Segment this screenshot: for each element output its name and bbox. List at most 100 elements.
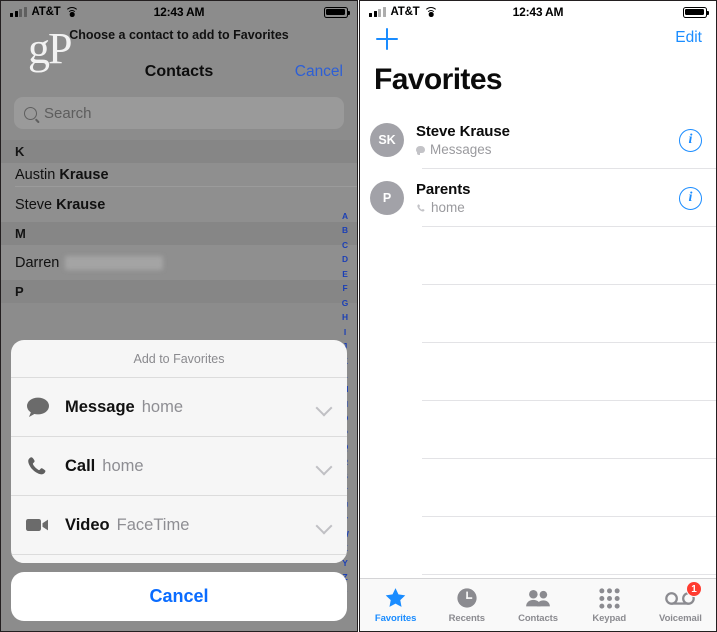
tab-label: Recents — [448, 612, 485, 624]
avatar: SK — [370, 123, 404, 157]
video-camera-icon — [25, 516, 65, 534]
option-value: home — [102, 456, 144, 475]
favorite-row[interactable]: P Parents home i — [360, 169, 716, 227]
info-circle-icon[interactable]: i — [679, 186, 702, 210]
tab-bar: Favorites Recents Contacts Keypad Voicem… — [360, 578, 716, 631]
action-sheet: Add to Favorites Message home Call home — [11, 340, 347, 563]
option-label: Message — [65, 397, 135, 416]
favorite-row-empty — [360, 459, 716, 517]
contacts-picker-screen: AT&T 12:43 AM Choose a contact to add to… — [1, 1, 357, 631]
favorite-row-empty — [360, 285, 716, 343]
alphabet-index-letter[interactable]: F — [342, 281, 347, 295]
option-value: FaceTime — [116, 515, 190, 534]
tab-recents[interactable]: Recents — [431, 579, 502, 631]
action-sheet-option-message[interactable]: Message home — [11, 377, 347, 436]
people-icon — [525, 587, 551, 610]
contacts-cancel-button[interactable]: Cancel — [295, 63, 343, 81]
status-time-left: 12:43 AM — [153, 5, 205, 19]
favorite-row-empty — [360, 343, 716, 401]
alphabet-index-letter[interactable]: E — [342, 267, 348, 281]
favorite-text-group: Parents home — [416, 181, 470, 215]
favorite-text-group: Steve Krause Messages — [416, 123, 510, 157]
search-placeholder: Search — [44, 104, 92, 122]
battery-full-icon — [324, 6, 351, 18]
battery-full-icon — [683, 6, 710, 18]
contact-first-name: Darren — [15, 254, 60, 271]
edit-button[interactable]: Edit — [675, 29, 702, 47]
chevron-down-icon[interactable] — [316, 517, 333, 534]
alphabet-index-letter[interactable]: C — [342, 238, 348, 252]
list-item[interactable]: Darren — [1, 245, 357, 280]
favorite-row-empty — [360, 517, 716, 575]
alphabet-index-letter[interactable]: I — [344, 325, 346, 339]
favorite-row[interactable]: SK Steve Krause Messages i — [360, 111, 716, 169]
favorite-subtitle: Messages — [430, 142, 492, 157]
contact-first-name: Austin — [15, 167, 56, 183]
chevron-down-icon[interactable] — [316, 399, 333, 416]
tab-keypad[interactable]: Keypad — [574, 579, 645, 631]
clock-icon — [456, 587, 478, 610]
star-icon — [384, 587, 407, 610]
tab-voicemail[interactable]: Voicemail 1 — [645, 579, 716, 631]
keypad-grid-icon — [599, 587, 620, 610]
left-phone-panel: AT&T 12:43 AM Choose a contact to add to… — [0, 0, 358, 632]
status-bar-left: AT&T 12:43 AM — [1, 1, 357, 23]
section-header: M — [1, 222, 357, 245]
list-item[interactable]: Steve Krause — [1, 187, 357, 222]
message-bubble-icon — [416, 146, 425, 156]
alphabet-index-letter[interactable]: G — [342, 296, 349, 310]
plus-icon[interactable] — [376, 28, 398, 50]
status-badge: 1 — [686, 581, 703, 597]
avatar: P — [370, 181, 404, 215]
favorite-row-empty — [360, 401, 716, 459]
tab-contacts[interactable]: Contacts — [502, 579, 573, 631]
message-bubble-icon — [25, 396, 65, 418]
alphabet-index-letter[interactable]: D — [342, 252, 348, 266]
action-sheet-cancel-button[interactable]: Cancel — [11, 572, 347, 621]
alphabet-index-letter[interactable]: B — [342, 223, 348, 237]
list-item[interactable]: Austin Krause — [1, 163, 357, 187]
info-circle-icon[interactable]: i — [679, 128, 702, 152]
action-sheet-option-video[interactable]: Video FaceTime — [11, 495, 347, 554]
favorite-subtitle-group: Messages — [416, 142, 510, 157]
right-phone-panel: AT&T 12:43 AM Edit Favorites SK Steve Kr… — [359, 0, 717, 632]
status-bar-right: AT&T 12:43 AM — [360, 1, 716, 23]
phone-icon — [25, 454, 65, 478]
favorite-subtitle-group: home — [416, 200, 470, 215]
contact-last-name: Krause — [56, 196, 106, 213]
favorite-name: Parents — [416, 181, 471, 198]
tab-label: Favorites — [374, 612, 417, 624]
option-value: home — [141, 397, 183, 416]
status-right-group — [683, 6, 710, 18]
empty-rows-group — [360, 227, 716, 631]
section-header: K — [1, 140, 357, 163]
tab-favorites[interactable]: Favorites — [360, 579, 431, 631]
tab-label: Contacts — [518, 612, 558, 624]
option-label: Video — [65, 515, 110, 534]
search-icon — [24, 106, 37, 120]
section-header: P — [1, 280, 357, 303]
tab-label: Voicemail — [659, 612, 702, 624]
action-sheet-title: Add to Favorites — [133, 351, 225, 366]
favorite-name: Steve Krause — [416, 123, 510, 140]
status-right-group — [324, 6, 351, 18]
search-input[interactable]: Search — [14, 97, 344, 129]
option-label: Call — [65, 456, 96, 475]
page-title-favorites: Favorites — [374, 63, 503, 96]
action-sheet-footer — [11, 554, 347, 563]
favorite-subtitle: home — [431, 200, 465, 215]
favorites-navbar: Edit — [360, 23, 716, 61]
favorites-list[interactable]: SK Steve Krause Messages i P Parents hom… — [360, 111, 716, 579]
favorite-row-empty — [360, 227, 716, 285]
status-time-right: 12:43 AM — [512, 5, 564, 19]
alphabet-index-letter[interactable]: A — [342, 209, 348, 223]
alphabet-index-letter[interactable]: H — [342, 310, 348, 324]
redacted-last-name — [65, 255, 164, 270]
contact-last-name: Krause — [59, 167, 109, 183]
screenshot-root: AT&T 12:43 AM Choose a contact to add to… — [0, 0, 717, 632]
phone-icon — [417, 203, 425, 211]
tab-label: Keypad — [592, 612, 627, 624]
chevron-down-icon[interactable] — [316, 458, 333, 475]
contact-first-name: Steve — [15, 196, 53, 213]
action-sheet-option-call[interactable]: Call home — [11, 436, 347, 495]
